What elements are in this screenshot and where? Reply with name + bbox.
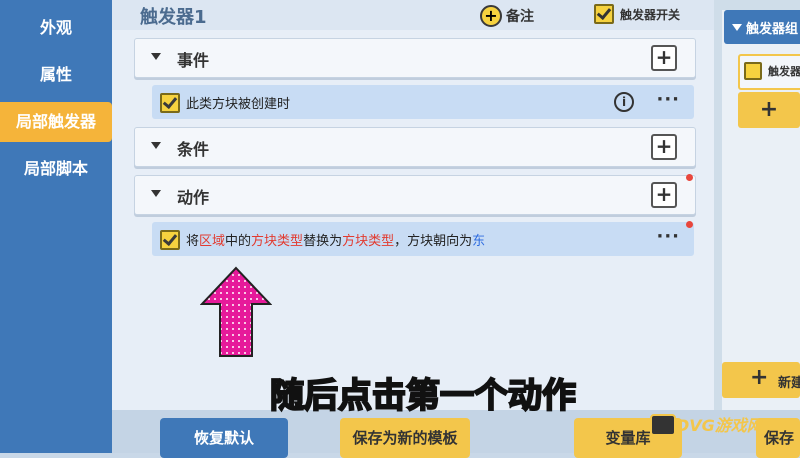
action-text-part: 替换为 <box>303 234 343 249</box>
collapse-arrow-icon[interactable] <box>151 142 161 149</box>
action-text-part: 将 <box>186 234 200 249</box>
trigger-item-label: 触发器 <box>768 65 800 78</box>
note-label[interactable]: 备注 <box>506 6 534 26</box>
trigger-toggle-label: 触发器开关 <box>620 8 681 22</box>
events-section-header[interactable]: 事件 + <box>134 38 696 78</box>
add-condition-button[interactable]: + <box>651 134 677 160</box>
event-row-text: 此类方块被创建时 <box>186 97 291 112</box>
trigger-item-checkbox[interactable] <box>744 62 762 80</box>
trigger-list-item[interactable]: 触发器 <box>738 54 800 90</box>
param-block-type-2[interactable]: 方块类型 <box>342 234 394 249</box>
more-options-icon[interactable]: ··· <box>656 226 680 247</box>
more-options-icon[interactable]: ··· <box>656 89 680 110</box>
notification-dot <box>686 174 693 181</box>
sidebar-item-appearance[interactable]: 外观 <box>0 8 112 48</box>
save-as-template-button[interactable]: 保存为新的模板 <box>340 418 470 458</box>
new-trigger-button[interactable]: + 新建 <box>722 362 800 398</box>
add-event-button[interactable]: + <box>651 45 677 71</box>
collapse-arrow-icon[interactable] <box>151 190 161 197</box>
action-enabled-checkbox[interactable] <box>160 230 180 250</box>
video-subtitle: 随后点击第一个动作 <box>269 375 577 417</box>
trigger-group-title: 触发器组 <box>746 22 799 37</box>
action-text-part: 中的 <box>225 234 252 249</box>
add-note-icon[interactable]: + <box>480 5 502 27</box>
action-row[interactable]: 将区域中的方块类型替换为方块类型，方块朝向为东 ··· <box>152 222 694 256</box>
watermark: DVG游戏网 <box>676 416 763 435</box>
collapse-arrow-icon[interactable] <box>151 53 161 60</box>
sidebar: 外观 属性 局部触发器 局部脚本 <box>0 0 112 453</box>
action-text-part: ，方块朝向为 <box>394 234 473 249</box>
event-enabled-checkbox[interactable] <box>160 93 180 113</box>
event-row[interactable]: 此类方块被创建时 i ··· <box>152 85 694 119</box>
actions-section-label: 动作 <box>177 188 210 207</box>
new-trigger-label: 新建 <box>778 376 800 391</box>
conditions-section-label: 条件 <box>177 140 210 159</box>
add-trigger-button[interactable]: + <box>738 92 800 128</box>
action-row-text: 将区域中的方块类型替换为方块类型，方块朝向为东 <box>186 230 485 249</box>
info-icon[interactable]: i <box>614 92 634 112</box>
reset-defaults-button[interactable]: 恢复默认 <box>160 418 288 458</box>
trigger-toggle-checkbox[interactable] <box>594 4 614 24</box>
trigger-title: 触发器1 <box>140 7 207 28</box>
events-section-label: 事件 <box>177 51 210 70</box>
collapse-arrow-icon[interactable] <box>732 24 742 31</box>
trigger-group-header[interactable]: 触发器组 <box>724 10 800 44</box>
add-action-button[interactable]: + <box>651 182 677 208</box>
check-icon <box>596 4 612 21</box>
pointer-arrow-icon <box>200 266 272 357</box>
sidebar-item-attributes[interactable]: 属性 <box>0 55 112 95</box>
plus-icon: + <box>750 365 769 390</box>
param-area[interactable]: 区域 <box>199 234 225 249</box>
param-block-type-1[interactable]: 方块类型 <box>251 234 303 249</box>
conditions-section-header[interactable]: 条件 + <box>134 127 696 167</box>
param-direction[interactable]: 东 <box>472 234 485 249</box>
gamepad-icon <box>650 414 676 436</box>
sidebar-item-local-triggers[interactable]: 局部触发器 <box>0 102 112 142</box>
sidebar-item-local-scripts[interactable]: 局部脚本 <box>0 149 112 189</box>
actions-section-header[interactable]: 动作 + <box>134 175 696 215</box>
notification-dot <box>686 221 693 228</box>
